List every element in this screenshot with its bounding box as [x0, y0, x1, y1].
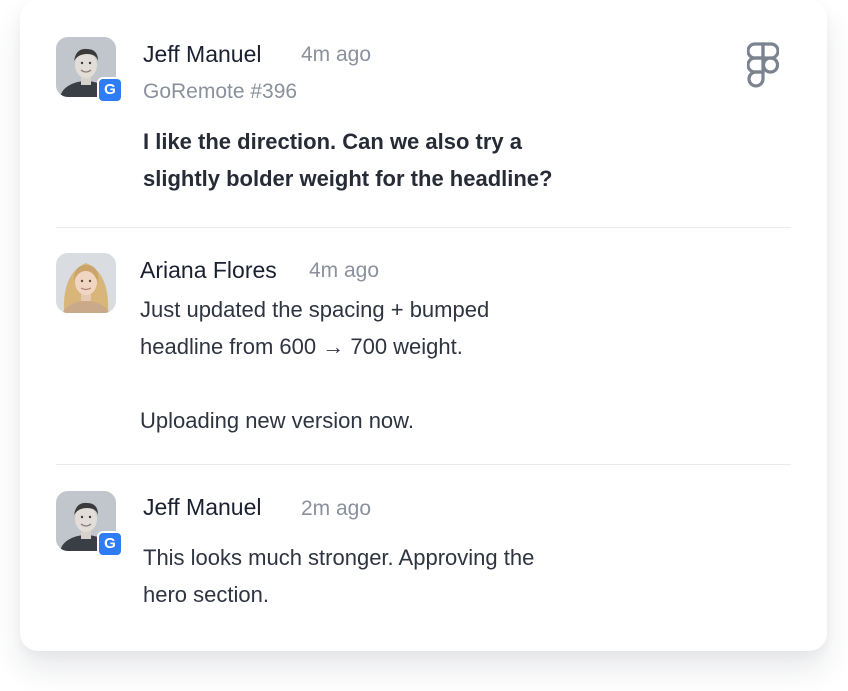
divider	[56, 464, 791, 465]
avatar[interactable]	[56, 253, 116, 313]
comment-item: Ariana Flores 4m ago Just updated the sp…	[56, 253, 791, 443]
comment-thread-card: G Jeff Manuel 4m ago GoRemote #396 I lik…	[20, 0, 827, 651]
comment-author[interactable]: Jeff Manuel	[143, 41, 261, 68]
comment-text: I like the direction. Can we also try a …	[143, 129, 553, 191]
comment-timestamp: 2m ago	[301, 497, 372, 520]
divider	[56, 227, 791, 228]
comment-author[interactable]: Jeff Manuel	[143, 494, 261, 521]
comment-context[interactable]: GoRemote #396	[143, 80, 297, 104]
goremote-badge-icon: G	[97, 77, 123, 103]
comment-text: Just updated the spacing + bumped headli…	[140, 297, 490, 433]
comment-item: G Jeff Manuel 4m ago GoRemote #396 I lik…	[56, 37, 791, 207]
comment-item: G Jeff Manuel 2m ago This looks much str…	[56, 491, 791, 621]
comment-timestamp: 4m ago	[309, 259, 380, 282]
comment-text: This looks much stronger. Approving the …	[143, 545, 535, 607]
comment-author[interactable]: Ariana Flores	[140, 257, 277, 284]
goremote-badge-icon: G	[97, 531, 123, 557]
comment-timestamp: 4m ago	[301, 43, 372, 66]
